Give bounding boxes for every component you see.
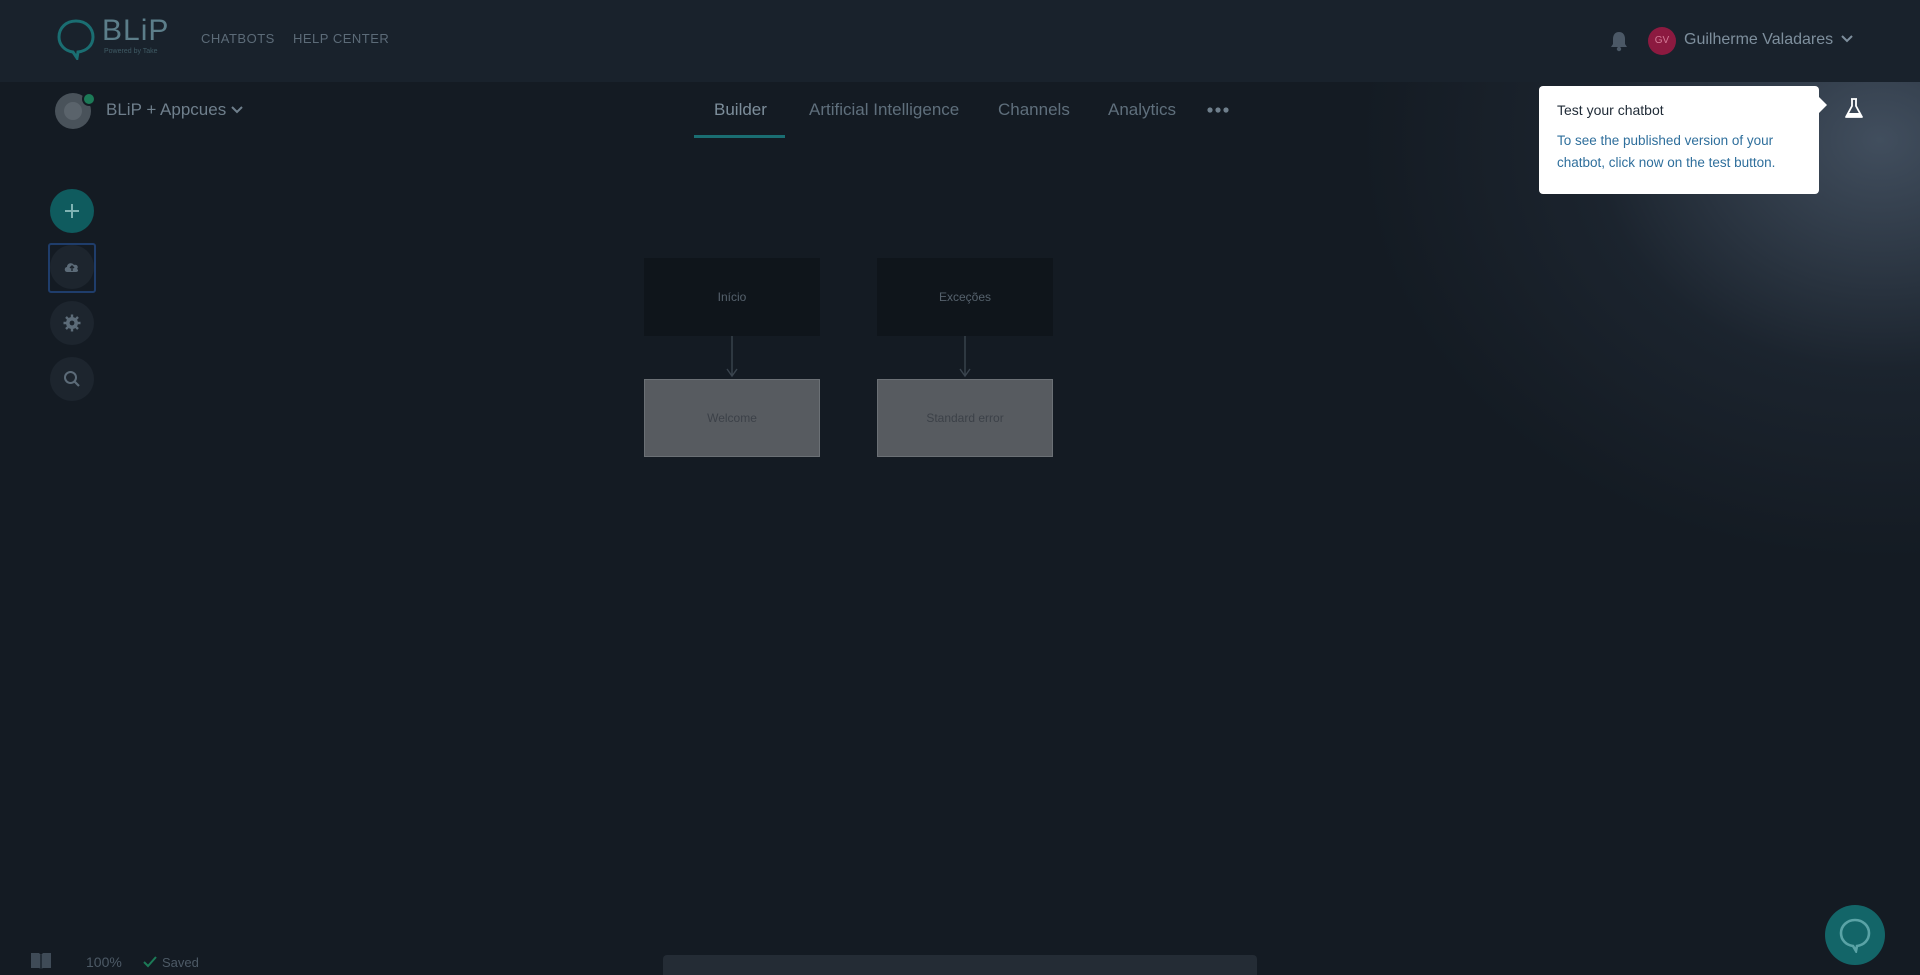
user-avatar[interactable]: GV bbox=[1648, 27, 1676, 55]
tooltip-body: To see the published version of your cha… bbox=[1557, 133, 1776, 170]
active-tab-indicator bbox=[694, 135, 785, 138]
tab-artificial-intelligence[interactable]: Artificial Intelligence bbox=[809, 100, 959, 120]
search-icon bbox=[64, 371, 80, 387]
flow-node-welcome[interactable]: Welcome bbox=[644, 379, 820, 457]
flask-icon[interactable] bbox=[1844, 96, 1864, 120]
chevron-down-icon[interactable] bbox=[230, 105, 244, 115]
logo-bubble-icon bbox=[57, 19, 95, 60]
cloud-upload-icon bbox=[64, 263, 79, 272]
top-header bbox=[0, 0, 1920, 82]
logo-wordmark: BLiP bbox=[102, 14, 170, 47]
chevron-down-icon[interactable] bbox=[1840, 34, 1854, 44]
tooltip-title: Test your chatbot bbox=[1557, 102, 1664, 118]
flow-connector bbox=[726, 336, 738, 378]
settings-button[interactable] bbox=[50, 301, 94, 345]
check-icon bbox=[143, 956, 157, 968]
blip-logo[interactable]: BLiP Powered by Take bbox=[56, 14, 176, 60]
publish-button[interactable] bbox=[50, 245, 94, 289]
gear-icon bbox=[63, 314, 81, 332]
logo-subtitle: Powered by Take bbox=[104, 48, 158, 55]
flow-node-inicio[interactable]: Início bbox=[644, 258, 820, 336]
zoom-level[interactable]: 100% bbox=[86, 954, 122, 970]
save-status: Saved bbox=[162, 955, 199, 970]
nav-chatbots[interactable]: CHATBOTS bbox=[201, 31, 275, 46]
bell-icon[interactable] bbox=[1609, 30, 1629, 52]
flow-connector bbox=[959, 336, 971, 378]
tab-channels[interactable]: Channels bbox=[998, 100, 1070, 120]
flow-node-excecoes[interactable]: Exceções bbox=[877, 258, 1053, 336]
bottom-panel[interactable] bbox=[663, 955, 1257, 975]
user-name[interactable]: Guilherme Valadares bbox=[1684, 31, 1833, 49]
tab-builder[interactable]: Builder bbox=[714, 100, 767, 120]
test-chatbot-tooltip: Test your chatbot To see the published v… bbox=[1539, 86, 1827, 194]
add-block-button[interactable] bbox=[50, 189, 94, 233]
tab-analytics[interactable]: Analytics bbox=[1108, 100, 1176, 120]
plus-icon bbox=[65, 204, 79, 218]
flow-node-standard-error[interactable]: Standard error bbox=[877, 379, 1053, 457]
search-button[interactable] bbox=[50, 357, 94, 401]
chat-bubble-icon bbox=[1839, 918, 1871, 953]
bot-name[interactable]: BLiP + Appcues bbox=[106, 100, 226, 120]
more-horizontal-icon[interactable] bbox=[1207, 103, 1229, 117]
chat-button[interactable] bbox=[1825, 905, 1885, 965]
nav-help-center[interactable]: HELP CENTER bbox=[293, 31, 389, 46]
book-icon[interactable] bbox=[29, 951, 53, 969]
online-status-dot bbox=[82, 92, 96, 106]
